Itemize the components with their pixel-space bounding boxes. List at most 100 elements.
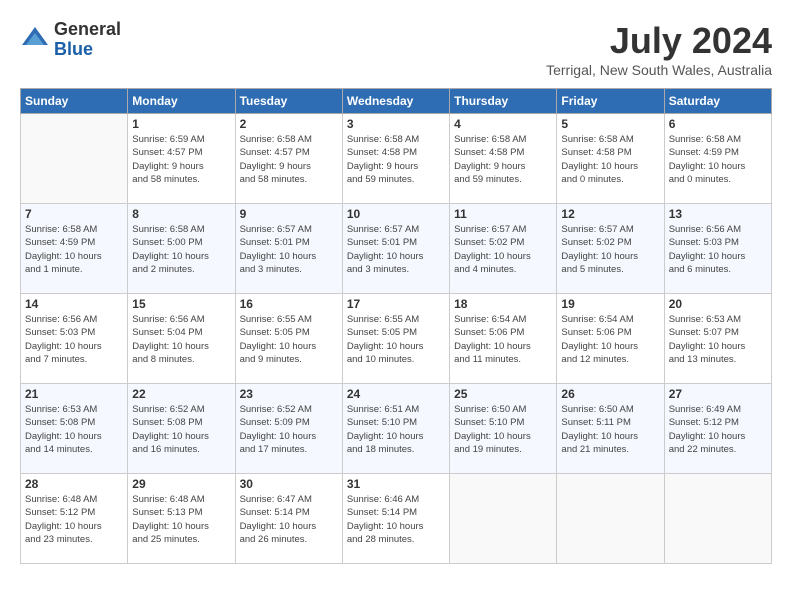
- day-cell: 29 Sunrise: 6:48 AMSunset: 5:13 PMDayligh…: [128, 474, 235, 564]
- day-cell: 30 Sunrise: 6:47 AMSunset: 5:14 PMDayligh…: [235, 474, 342, 564]
- day-info: Sunrise: 6:46 AMSunset: 5:14 PMDaylight:…: [347, 493, 445, 546]
- day-number: 8: [132, 207, 230, 221]
- day-info: Sunrise: 6:50 AMSunset: 5:11 PMDaylight:…: [561, 403, 659, 456]
- day-number: 10: [347, 207, 445, 221]
- day-info: Sunrise: 6:54 AMSunset: 5:06 PMDaylight:…: [561, 313, 659, 366]
- day-info: Sunrise: 6:57 AMSunset: 5:01 PMDaylight:…: [347, 223, 445, 276]
- day-cell: 2Sunrise: 6:58 AMSunset: 4:57 PMDaylight…: [235, 114, 342, 204]
- day-info: Sunrise: 6:48 AMSunset: 5:13 PMDaylight:…: [132, 493, 230, 546]
- day-cell: 13Sunrise: 6:56 AMSunset: 5:03 PMDayligh…: [664, 204, 771, 294]
- day-number: 30: [240, 477, 338, 491]
- day-cell: [664, 474, 771, 564]
- month-title: July 2024: [546, 20, 772, 62]
- day-cell: 12 Sunrise: 6:57 AMSunset: 5:02 PMDayligh…: [557, 204, 664, 294]
- day-cell: 10 Sunrise: 6:57 AMSunset: 5:01 PMDayligh…: [342, 204, 449, 294]
- day-cell: [557, 474, 664, 564]
- day-cell: 14 Sunrise: 6:56 AMSunset: 5:03 PMDayligh…: [21, 294, 128, 384]
- day-info: Sunrise: 6:58 AMSunset: 4:58 PMDaylight:…: [347, 133, 445, 186]
- day-info: Sunrise: 6:52 AMSunset: 5:08 PMDaylight:…: [132, 403, 230, 456]
- day-cell: 16 Sunrise: 6:55 AMSunset: 5:05 PMDayligh…: [235, 294, 342, 384]
- day-number: 31: [347, 477, 445, 491]
- day-info: Sunrise: 6:49 AMSunset: 5:12 PMDaylight:…: [669, 403, 767, 456]
- day-number: 18: [454, 297, 552, 311]
- day-cell: 25 Sunrise: 6:50 AMSunset: 5:10 PMDayligh…: [450, 384, 557, 474]
- day-cell: 28Sunrise: 6:48 AMSunset: 5:12 PMDayligh…: [21, 474, 128, 564]
- day-info: Sunrise: 6:58 AMSunset: 4:59 PMDaylight:…: [669, 133, 767, 186]
- day-info: Sunrise: 6:51 AMSunset: 5:10 PMDaylight:…: [347, 403, 445, 456]
- day-number: 2: [240, 117, 338, 131]
- day-number: 22: [132, 387, 230, 401]
- header-day-saturday: Saturday: [664, 89, 771, 114]
- day-number: 24: [347, 387, 445, 401]
- day-info: Sunrise: 6:59 AMSunset: 4:57 PMDaylight:…: [132, 133, 230, 186]
- day-cell: 31 Sunrise: 6:46 AMSunset: 5:14 PMDayligh…: [342, 474, 449, 564]
- logo: General Blue: [20, 20, 121, 60]
- day-number: 5: [561, 117, 659, 131]
- day-cell: 9 Sunrise: 6:57 AMSunset: 5:01 PMDaylight…: [235, 204, 342, 294]
- header-day-sunday: Sunday: [21, 89, 128, 114]
- day-info: Sunrise: 6:47 AMSunset: 5:14 PMDaylight:…: [240, 493, 338, 546]
- day-number: 7: [25, 207, 123, 221]
- week-row-3: 21 Sunrise: 6:53 AMSunset: 5:08 PMDayligh…: [21, 384, 772, 474]
- day-cell: 20Sunrise: 6:53 AMSunset: 5:07 PMDayligh…: [664, 294, 771, 384]
- day-number: 16: [240, 297, 338, 311]
- calendar-table: SundayMondayTuesdayWednesdayThursdayFrid…: [20, 88, 772, 564]
- week-row-0: 1 Sunrise: 6:59 AMSunset: 4:57 PMDaylight…: [21, 114, 772, 204]
- day-info: Sunrise: 6:56 AMSunset: 5:03 PMDaylight:…: [25, 313, 123, 366]
- day-info: Sunrise: 6:53 AMSunset: 5:08 PMDaylight:…: [25, 403, 123, 456]
- title-block: July 2024 Terrigal, New South Wales, Aus…: [546, 20, 772, 78]
- logo-general: General: [54, 20, 121, 40]
- header-day-tuesday: Tuesday: [235, 89, 342, 114]
- day-cell: 27Sunrise: 6:49 AMSunset: 5:12 PMDayligh…: [664, 384, 771, 474]
- day-info: Sunrise: 6:48 AMSunset: 5:12 PMDaylight:…: [25, 493, 123, 546]
- page-header: General Blue July 2024 Terrigal, New Sou…: [20, 20, 772, 78]
- day-number: 1: [132, 117, 230, 131]
- day-cell: 24 Sunrise: 6:51 AMSunset: 5:10 PMDayligh…: [342, 384, 449, 474]
- day-number: 14: [25, 297, 123, 311]
- header-day-wednesday: Wednesday: [342, 89, 449, 114]
- day-cell: 17Sunrise: 6:55 AMSunset: 5:05 PMDayligh…: [342, 294, 449, 384]
- header-day-monday: Monday: [128, 89, 235, 114]
- day-cell: 1 Sunrise: 6:59 AMSunset: 4:57 PMDaylight…: [128, 114, 235, 204]
- day-info: Sunrise: 6:50 AMSunset: 5:10 PMDaylight:…: [454, 403, 552, 456]
- day-cell: 15Sunrise: 6:56 AMSunset: 5:04 PMDayligh…: [128, 294, 235, 384]
- day-number: 25: [454, 387, 552, 401]
- day-cell: 6 Sunrise: 6:58 AMSunset: 4:59 PMDaylight…: [664, 114, 771, 204]
- day-number: 23: [240, 387, 338, 401]
- day-number: 17: [347, 297, 445, 311]
- day-cell: 23 Sunrise: 6:52 AMSunset: 5:09 PMDayligh…: [235, 384, 342, 474]
- logo-blue: Blue: [54, 40, 121, 60]
- day-cell: 5 Sunrise: 6:58 AMSunset: 4:58 PMDaylight…: [557, 114, 664, 204]
- day-number: 9: [240, 207, 338, 221]
- header-row: SundayMondayTuesdayWednesdayThursdayFrid…: [21, 89, 772, 114]
- day-info: Sunrise: 6:58 AMSunset: 4:58 PMDaylight:…: [561, 133, 659, 186]
- day-info: Sunrise: 6:57 AMSunset: 5:02 PMDaylight:…: [454, 223, 552, 276]
- day-number: 6: [669, 117, 767, 131]
- day-number: 3: [347, 117, 445, 131]
- day-number: 19: [561, 297, 659, 311]
- day-cell: 18 Sunrise: 6:54 AMSunset: 5:06 PMDayligh…: [450, 294, 557, 384]
- day-info: Sunrise: 6:57 AMSunset: 5:01 PMDaylight:…: [240, 223, 338, 276]
- day-number: 29: [132, 477, 230, 491]
- day-info: Sunrise: 6:58 AMSunset: 5:00 PMDaylight:…: [132, 223, 230, 276]
- day-number: 21: [25, 387, 123, 401]
- header-day-friday: Friday: [557, 89, 664, 114]
- day-info: Sunrise: 6:57 AMSunset: 5:02 PMDaylight:…: [561, 223, 659, 276]
- calendar-body: 1 Sunrise: 6:59 AMSunset: 4:57 PMDaylight…: [21, 114, 772, 564]
- day-number: 15: [132, 297, 230, 311]
- day-cell: 3 Sunrise: 6:58 AMSunset: 4:58 PMDaylight…: [342, 114, 449, 204]
- day-info: Sunrise: 6:54 AMSunset: 5:06 PMDaylight:…: [454, 313, 552, 366]
- day-info: Sunrise: 6:53 AMSunset: 5:07 PMDaylight:…: [669, 313, 767, 366]
- day-info: Sunrise: 6:56 AMSunset: 5:03 PMDaylight:…: [669, 223, 767, 276]
- day-info: Sunrise: 6:58 AMSunset: 4:58 PMDaylight:…: [454, 133, 552, 186]
- day-cell: [21, 114, 128, 204]
- day-number: 12: [561, 207, 659, 221]
- week-row-4: 28Sunrise: 6:48 AMSunset: 5:12 PMDayligh…: [21, 474, 772, 564]
- day-cell: 8 Sunrise: 6:58 AMSunset: 5:00 PMDaylight…: [128, 204, 235, 294]
- calendar-header: SundayMondayTuesdayWednesdayThursdayFrid…: [21, 89, 772, 114]
- day-cell: 4Sunrise: 6:58 AMSunset: 4:58 PMDaylight…: [450, 114, 557, 204]
- day-info: Sunrise: 6:52 AMSunset: 5:09 PMDaylight:…: [240, 403, 338, 456]
- day-cell: 7Sunrise: 6:58 AMSunset: 4:59 PMDaylight…: [21, 204, 128, 294]
- day-info: Sunrise: 6:55 AMSunset: 5:05 PMDaylight:…: [240, 313, 338, 366]
- day-cell: [450, 474, 557, 564]
